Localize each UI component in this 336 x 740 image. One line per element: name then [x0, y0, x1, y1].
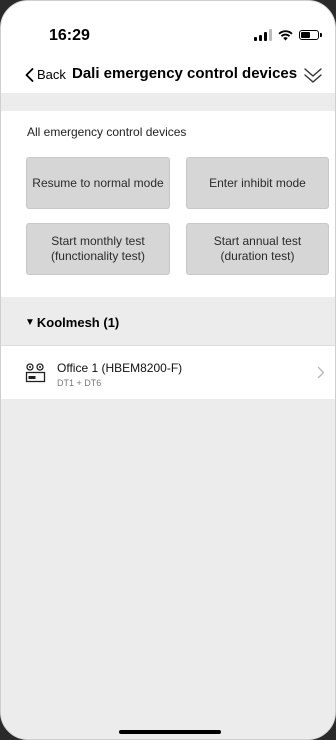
- group-name: Koolmesh (1): [36, 315, 120, 330]
- resume-button-label: Resume to normal mode: [32, 175, 164, 190]
- start-annual-test-button[interactable]: Start annual test (duration test): [186, 223, 329, 275]
- all-devices-section: All emergency control devices Resume to …: [1, 111, 335, 297]
- enter-inhibit-mode-button[interactable]: Enter inhibit mode: [186, 157, 329, 209]
- chevron-left-icon: [25, 67, 34, 82]
- device-types: DT1 + DT6: [57, 378, 102, 388]
- status-icons: [254, 29, 322, 41]
- section-separator: [1, 93, 335, 111]
- section-heading: All emergency control devices: [27, 125, 187, 139]
- start-monthly-test-button[interactable]: Start monthly test (functionality test): [26, 223, 170, 275]
- wifi-icon: [278, 30, 293, 41]
- status-bar: 16:29: [1, 1, 335, 59]
- triangle-down-icon: ▼: [25, 317, 35, 328]
- annual-button-label: Start annual test (duration test): [213, 234, 302, 263]
- double-chevron-down-icon[interactable]: [303, 67, 323, 85]
- home-indicator[interactable]: [119, 730, 221, 734]
- device-name: Office 1 (HBEM8200-F): [57, 361, 183, 375]
- monthly-button-label: Start monthly test (functionality test): [50, 234, 146, 263]
- navigation-bar: Back Dali emergency control devices: [1, 59, 335, 93]
- emergency-light-icon: [25, 363, 46, 383]
- back-label: Back: [37, 67, 66, 82]
- status-time: 16:29: [49, 27, 90, 44]
- group-header[interactable]: ▼ Koolmesh (1): [25, 315, 119, 330]
- signal-icon: [254, 29, 272, 41]
- inhibit-button-label: Enter inhibit mode: [209, 175, 306, 190]
- back-button[interactable]: Back: [25, 67, 66, 82]
- battery-icon: [299, 30, 322, 40]
- page-title: Dali emergency control devices: [72, 65, 298, 82]
- chevron-right-icon: [317, 366, 325, 379]
- resume-normal-mode-button[interactable]: Resume to normal mode: [26, 157, 170, 209]
- phone-screen: 16:29 Back Dali emergency control device…: [0, 0, 336, 740]
- device-row[interactable]: Office 1 (HBEM8200-F) DT1 + DT6: [1, 345, 335, 399]
